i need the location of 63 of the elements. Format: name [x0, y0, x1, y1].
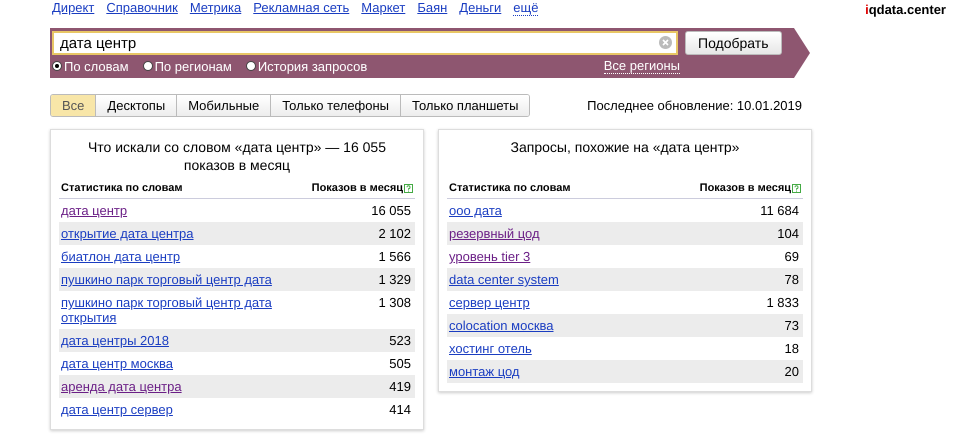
- help-icon[interactable]: [404, 184, 413, 192]
- keyword-link[interactable]: хостинг отель: [449, 341, 532, 356]
- impressions-count: 1 308: [378, 295, 411, 310]
- search-field[interactable]: дата центр: [52, 31, 678, 55]
- impressions-count: 11 684: [760, 203, 799, 218]
- impressions-count: 505: [389, 356, 411, 371]
- impressions-count: 16 055: [371, 203, 411, 218]
- keyword-link[interactable]: сервер центр: [449, 295, 530, 310]
- impressions-count: 78: [784, 272, 799, 287]
- impressions-count: 1 566: [378, 249, 411, 264]
- keyword-link[interactable]: резервный цод: [449, 226, 540, 241]
- keyword-link[interactable]: colocation москва: [449, 318, 554, 333]
- radio-option[interactable]: По словам: [52, 58, 129, 74]
- impressions-count: 414: [389, 402, 411, 417]
- keyword-link[interactable]: дата центр сервер: [61, 402, 173, 417]
- keyword-link[interactable]: data center system: [449, 272, 559, 287]
- panel-title: Что искали со словом «дата центр» — 16 055 показов в месяц: [86, 138, 388, 174]
- last-update: Последнее обновление: 10.01.2019: [587, 98, 802, 113]
- device-tab[interactable]: Только телефоны: [270, 95, 400, 116]
- impressions-count: 104: [777, 226, 799, 241]
- radio-option[interactable]: По регионам: [142, 58, 232, 74]
- keyword-link[interactable]: аренда дата центра: [61, 379, 182, 394]
- impressions-count: 2 102: [378, 226, 411, 241]
- nav-link[interactable]: Баян: [417, 0, 448, 16]
- submit-button[interactable]: Подобрать: [685, 31, 782, 55]
- impressions-count: 1 833: [766, 295, 799, 310]
- keyword-link[interactable]: пушкино парк торговый центр дата: [61, 272, 272, 287]
- keyword-link[interactable]: дата центры 2018: [61, 333, 169, 348]
- keyword-link[interactable]: дата центр москва: [61, 356, 174, 371]
- keyword-link[interactable]: ооо дата: [449, 203, 502, 218]
- column-header: Показов в месяц: [700, 182, 791, 194]
- impressions-count: 523: [389, 333, 411, 348]
- nav-link[interactable]: Рекламная сеть: [253, 0, 350, 16]
- logo: iqdata.center: [865, 1, 946, 17]
- keyword-link[interactable]: пушкино парк торговый центр дата открытия: [61, 295, 281, 325]
- device-tab[interactable]: Только планшеты: [400, 95, 530, 116]
- clear-icon[interactable]: [659, 36, 672, 49]
- impressions-count: 18: [784, 341, 799, 356]
- panel-title: Запросы, похожие на «дата центр»: [510, 138, 740, 156]
- device-tab[interactable]: Все: [51, 95, 96, 116]
- impressions-count: 1 329: [378, 272, 411, 287]
- impressions-count: 73: [784, 318, 799, 333]
- column-header: Показов в месяц: [312, 182, 403, 194]
- impressions-count: 69: [784, 249, 799, 264]
- column-header: Статистика по словам: [449, 182, 571, 194]
- impressions-count: 419: [389, 379, 411, 394]
- nav-link[interactable]: Деньги: [459, 0, 502, 16]
- radio-option[interactable]: История запросов: [246, 58, 368, 74]
- impressions-count: 20: [784, 364, 799, 379]
- keyword-link[interactable]: монтаж цод: [449, 364, 520, 379]
- keyword-link[interactable]: открытие дата центра: [61, 226, 194, 241]
- column-header: Статистика по словам: [61, 182, 183, 194]
- nav-link[interactable]: Директ: [52, 0, 94, 16]
- keyword-link[interactable]: уровень tier 3: [449, 249, 530, 264]
- nav-link[interactable]: Метрика: [190, 0, 242, 16]
- regions-link[interactable]: Все регионы: [604, 58, 680, 74]
- keyword-link[interactable]: биатлон дата центр: [61, 249, 180, 264]
- help-icon[interactable]: [792, 184, 801, 192]
- device-tab[interactable]: Десктопы: [95, 95, 176, 116]
- nav-link[interactable]: Справочник: [106, 0, 178, 16]
- device-tab[interactable]: Мобильные: [176, 95, 270, 116]
- nav-link[interactable]: Маркет: [361, 0, 406, 16]
- keyword-link[interactable]: дата центр: [61, 203, 128, 218]
